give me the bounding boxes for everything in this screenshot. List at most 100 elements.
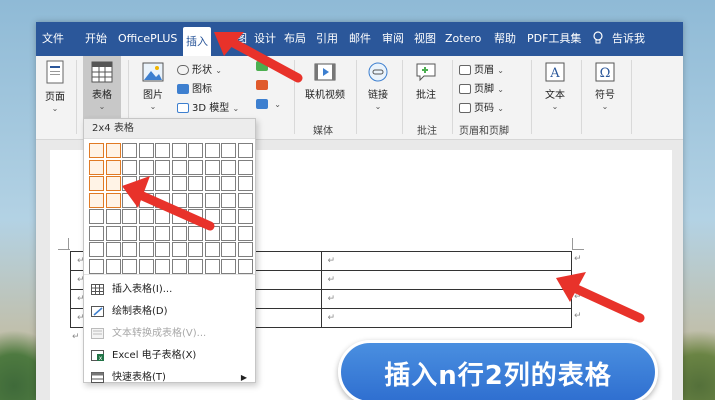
grid-cell[interactable] (155, 159, 170, 175)
grid-cell[interactable] (105, 242, 121, 257)
grid-cell[interactable] (204, 159, 220, 175)
menu-help[interactable]: 帮助 (494, 22, 516, 56)
grid-cell[interactable] (221, 192, 236, 208)
grid-cell[interactable] (89, 159, 104, 175)
grid-cell[interactable] (188, 159, 203, 175)
grid-cell[interactable] (122, 258, 137, 274)
text-to-table-menu-item[interactable]: 文本转换成表格(V)... (84, 323, 255, 344)
grid-cell[interactable] (89, 209, 104, 224)
table-cell[interactable]: ↵ (320, 289, 572, 309)
symbol-button[interactable]: Ω 符号 ⌄ (586, 60, 624, 112)
grid-cell[interactable] (155, 143, 170, 158)
grid-cell[interactable] (188, 176, 203, 191)
grid-cell[interactable] (105, 159, 121, 175)
header-button[interactable]: 页眉 ⌄ (459, 61, 504, 76)
text-button[interactable]: A 文本 ⌄ (536, 60, 574, 112)
grid-cell[interactable] (204, 209, 220, 224)
grid-cell[interactable] (171, 209, 187, 224)
link-button[interactable]: 链接 ⌄ (361, 60, 395, 112)
menu-pdf-tools[interactable]: PDF工具集 (527, 22, 581, 56)
insert-table-menu-item[interactable]: 插入表格(I)... (84, 279, 255, 300)
quick-table-menu-item[interactable]: 快速表格(T) ▶ (84, 367, 255, 388)
grid-cell[interactable] (171, 242, 187, 257)
menu-review[interactable]: 审阅 (382, 22, 404, 56)
grid-cell[interactable] (155, 209, 170, 224)
chart-button[interactable] (256, 80, 271, 91)
grid-cell[interactable] (204, 143, 220, 158)
grid-cell[interactable] (105, 143, 121, 158)
grid-cell[interactable] (237, 192, 253, 208)
grid-cell[interactable] (171, 159, 187, 175)
grid-cell[interactable] (204, 176, 220, 191)
grid-cell[interactable] (122, 225, 137, 241)
grid-cell[interactable] (138, 209, 154, 224)
picture-button[interactable]: 图片 ⌄ (136, 60, 170, 112)
menu-references[interactable]: 引用 (316, 22, 338, 56)
grid-cell[interactable] (204, 192, 220, 208)
grid-cell[interactable] (188, 209, 203, 224)
grid-cell[interactable] (122, 242, 137, 257)
draw-table-menu-item[interactable]: 绘制表格(D) (84, 301, 255, 322)
menu-tell-me[interactable]: 告诉我 (612, 22, 645, 56)
grid-cell[interactable] (105, 258, 121, 274)
table-button[interactable]: 表格 ⌄ (83, 56, 121, 118)
grid-cell[interactable] (89, 225, 104, 241)
online-video-button[interactable]: 联机视频 (298, 60, 352, 101)
grid-cell[interactable] (221, 176, 236, 191)
grid-cell[interactable] (171, 143, 187, 158)
grid-cell[interactable] (237, 159, 253, 175)
menu-insert[interactable]: 插入 (183, 27, 211, 56)
grid-cell[interactable] (138, 176, 154, 191)
grid-cell[interactable] (237, 209, 253, 224)
3d-model-button[interactable]: 3D 模型 ⌄ (177, 99, 239, 114)
grid-cell[interactable] (155, 176, 170, 191)
table-cell[interactable]: ↵ (320, 308, 572, 328)
grid-cell[interactable] (138, 242, 154, 257)
grid-cell[interactable] (171, 176, 187, 191)
screenshot-button[interactable]: ⌄ (256, 99, 281, 110)
grid-cell[interactable] (89, 143, 104, 158)
grid-cell[interactable] (171, 258, 187, 274)
menu-design[interactable]: 设计 (254, 22, 276, 56)
menu-view[interactable]: 视图 (414, 22, 436, 56)
grid-cell[interactable] (89, 192, 104, 208)
grid-cell[interactable] (155, 225, 170, 241)
grid-cell[interactable] (138, 192, 154, 208)
grid-cell[interactable] (155, 258, 170, 274)
grid-cell[interactable] (105, 225, 121, 241)
grid-cell[interactable] (204, 225, 220, 241)
grid-cell[interactable] (171, 192, 187, 208)
menu-zotero[interactable]: Zotero (445, 22, 481, 56)
table-cell[interactable]: ↵ (320, 270, 572, 290)
icons-button[interactable]: 图标 (177, 80, 212, 95)
table-cell[interactable]: ↵ (320, 251, 572, 271)
grid-cell[interactable] (122, 192, 137, 208)
grid-cell[interactable] (188, 225, 203, 241)
grid-cell[interactable] (171, 225, 187, 241)
smartart-button[interactable] (256, 61, 271, 72)
grid-cell[interactable] (237, 176, 253, 191)
grid-cell[interactable] (204, 242, 220, 257)
grid-cell[interactable] (237, 242, 253, 257)
menu-file[interactable]: 文件 (42, 22, 64, 56)
grid-cell[interactable] (188, 242, 203, 257)
menu-officeplus[interactable]: OfficePLUS (118, 22, 177, 56)
grid-cell[interactable] (105, 192, 121, 208)
grid-cell[interactable] (221, 225, 236, 241)
lightbulb-icon[interactable] (592, 31, 604, 45)
grid-cell[interactable] (221, 242, 236, 257)
grid-cell[interactable] (122, 143, 137, 158)
menu-home[interactable]: 开始 (85, 22, 107, 56)
grid-cell[interactable] (105, 209, 121, 224)
grid-cell[interactable] (138, 258, 154, 274)
grid-cell[interactable] (155, 192, 170, 208)
shapes-button[interactable]: 形状 ⌄ (177, 61, 222, 76)
grid-cell[interactable] (237, 143, 253, 158)
grid-cell[interactable] (221, 209, 236, 224)
grid-cell[interactable] (221, 159, 236, 175)
menu-layout[interactable]: 布局 (284, 22, 306, 56)
grid-cell[interactable] (122, 159, 137, 175)
grid-cell[interactable] (138, 143, 154, 158)
grid-cell[interactable] (138, 159, 154, 175)
grid-cell[interactable] (89, 176, 104, 191)
